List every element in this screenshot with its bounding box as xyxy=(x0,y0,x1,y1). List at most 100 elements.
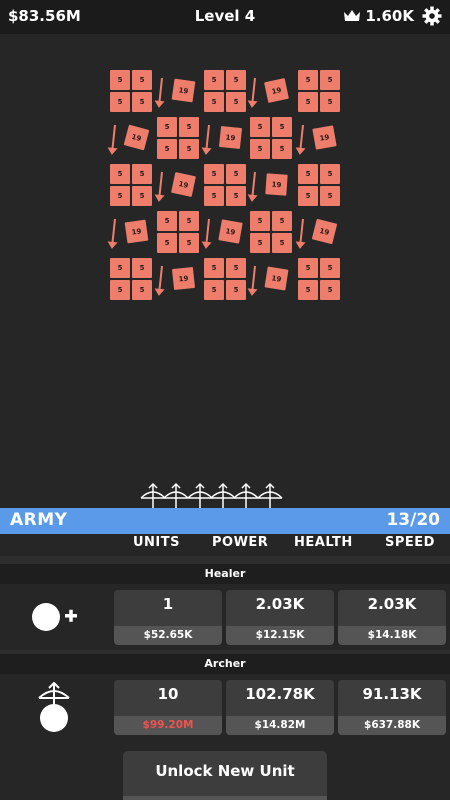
gear-icon[interactable] xyxy=(422,6,442,26)
enemy-soldier: 5 xyxy=(110,164,130,184)
upgrade-cost: $637.88K xyxy=(338,716,446,735)
enemy-soldier: 5 xyxy=(110,280,130,300)
army-count: 13/20 xyxy=(386,510,440,530)
healer-units-upgrade-button[interactable]: 1 $52.65K xyxy=(114,590,222,645)
upgrade-cost: $14.18K xyxy=(338,626,446,645)
enemy-soldier: 5 xyxy=(132,280,152,300)
unit-name-archer: Archer xyxy=(0,654,450,674)
arrow-projectile xyxy=(299,124,304,149)
stat-value: 1 xyxy=(162,595,174,613)
archer-health-upgrade-button[interactable]: 91.13K $637.88K xyxy=(338,680,446,735)
stat-value: 10 xyxy=(157,685,179,703)
enemy-soldier: 5 xyxy=(272,139,292,159)
enemy-soldier: 5 xyxy=(298,258,318,278)
crown-counter: 1.60K xyxy=(343,7,414,25)
column-header-power: POWER xyxy=(212,535,269,550)
upgrade-cost: $12.15K xyxy=(226,626,334,645)
enemy-soldier: 5 xyxy=(110,258,130,278)
enemy-soldier: 5 xyxy=(132,70,152,90)
healer-icon xyxy=(32,603,77,631)
column-header-units: UNITS xyxy=(133,535,181,550)
enemy-soldier: 5 xyxy=(110,186,130,206)
enemy-soldier: 5 xyxy=(226,186,246,206)
arrow-projectile xyxy=(111,218,116,243)
enemy-soldier: 5 xyxy=(320,280,340,300)
enemy-soldier: 5 xyxy=(204,186,224,206)
enemy-soldier: 5 xyxy=(250,117,270,137)
enemy-soldier: 5 xyxy=(320,70,340,90)
enemy-soldier: 5 xyxy=(179,233,199,253)
crown-count: 1.60K xyxy=(365,7,414,25)
bow-icon xyxy=(187,482,213,508)
enemy-soldier: 5 xyxy=(272,233,292,253)
enemy-brute: 19 xyxy=(123,124,150,151)
enemy-brute: 19 xyxy=(218,219,243,244)
bow-icon xyxy=(210,482,236,508)
enemy-soldier: 5 xyxy=(204,258,224,278)
unlock-new-unit-button[interactable]: Unlock New Unit xyxy=(123,751,327,800)
archer-units-upgrade-button[interactable]: 10 $99.20M xyxy=(114,680,222,735)
enemy-soldier: 5 xyxy=(298,280,318,300)
arrow-projectile xyxy=(158,77,163,102)
archer-icon xyxy=(38,682,70,732)
enemy-soldier: 5 xyxy=(298,186,318,206)
enemy-soldier: 5 xyxy=(132,164,152,184)
upgrade-cost: $99.20M xyxy=(114,716,222,735)
bow-icon xyxy=(233,482,259,508)
enemy-brute: 19 xyxy=(218,125,243,150)
enemy-soldier: 5 xyxy=(250,139,270,159)
enemy-soldier: 5 xyxy=(132,186,152,206)
enemy-soldier: 5 xyxy=(204,280,224,300)
enemy-soldier: 5 xyxy=(320,258,340,278)
divider xyxy=(0,556,450,564)
upgrade-cost: $52.65K xyxy=(114,626,222,645)
enemy-soldier: 5 xyxy=(298,92,318,112)
enemy-soldier: 5 xyxy=(204,92,224,112)
healer-health-upgrade-button[interactable]: 2.03K $14.18K xyxy=(338,590,446,645)
enemy-soldier: 5 xyxy=(320,186,340,206)
battle-field: 5 5 5 5 19 5 5 5 5 19 5 5 5 5 19 5 5 5 5 19 5 5 5 5 19 5 5 5 5 19 5 5 5 5… xyxy=(0,34,450,533)
column-headers: UNITS POWER HEALTH SPEED xyxy=(0,534,450,556)
healer-power-upgrade-button[interactable]: 2.03K $12.15K xyxy=(226,590,334,645)
army-title: ARMY xyxy=(10,510,68,530)
enemy-soldier: 5 xyxy=(179,211,199,231)
enemy-soldier: 5 xyxy=(110,92,130,112)
arrow-projectile xyxy=(158,265,163,290)
enemy-brute: 19 xyxy=(264,266,289,291)
enemy-brute: 19 xyxy=(124,219,149,244)
army-header: ARMY 13/20 xyxy=(0,508,450,534)
enemy-soldier: 5 xyxy=(320,164,340,184)
archer-power-upgrade-button[interactable]: 102.78K $14.82M xyxy=(226,680,334,735)
arrow-projectile xyxy=(205,218,210,243)
enemy-brute: 19 xyxy=(171,266,196,291)
top-bar: $83.56M Level 4 1.60K xyxy=(0,0,450,34)
unit-name-healer: Healer xyxy=(0,564,450,584)
stat-value: 2.03K xyxy=(255,595,305,613)
enemy-brute: 19 xyxy=(311,218,338,245)
arrow-projectile xyxy=(251,77,256,102)
stat-value: 102.78K xyxy=(245,685,315,703)
bow-icon xyxy=(140,482,166,508)
enemy-soldier: 5 xyxy=(226,258,246,278)
bow-icon xyxy=(163,482,189,508)
enemy-brute: 19 xyxy=(171,78,196,103)
enemy-brute: 19 xyxy=(312,125,337,150)
enemy-brute: 19 xyxy=(265,173,288,196)
column-header-speed: SPEED xyxy=(385,535,435,550)
enemy-soldier: 5 xyxy=(226,164,246,184)
enemy-soldier: 5 xyxy=(132,258,152,278)
crown-icon xyxy=(344,10,361,21)
enemy-soldier: 5 xyxy=(204,70,224,90)
enemy-soldier: 5 xyxy=(298,70,318,90)
arrow-projectile xyxy=(251,265,256,290)
enemy-brute: 19 xyxy=(171,172,196,197)
enemy-soldier: 5 xyxy=(226,92,246,112)
enemy-soldier: 5 xyxy=(157,233,177,253)
arrow-projectile xyxy=(251,171,256,196)
enemy-soldier: 5 xyxy=(272,211,292,231)
enemy-soldier: 5 xyxy=(157,211,177,231)
enemy-soldier: 5 xyxy=(157,117,177,137)
enemy-soldier: 5 xyxy=(157,139,177,159)
arrow-projectile xyxy=(158,171,163,196)
stat-value: 91.13K xyxy=(362,685,422,703)
